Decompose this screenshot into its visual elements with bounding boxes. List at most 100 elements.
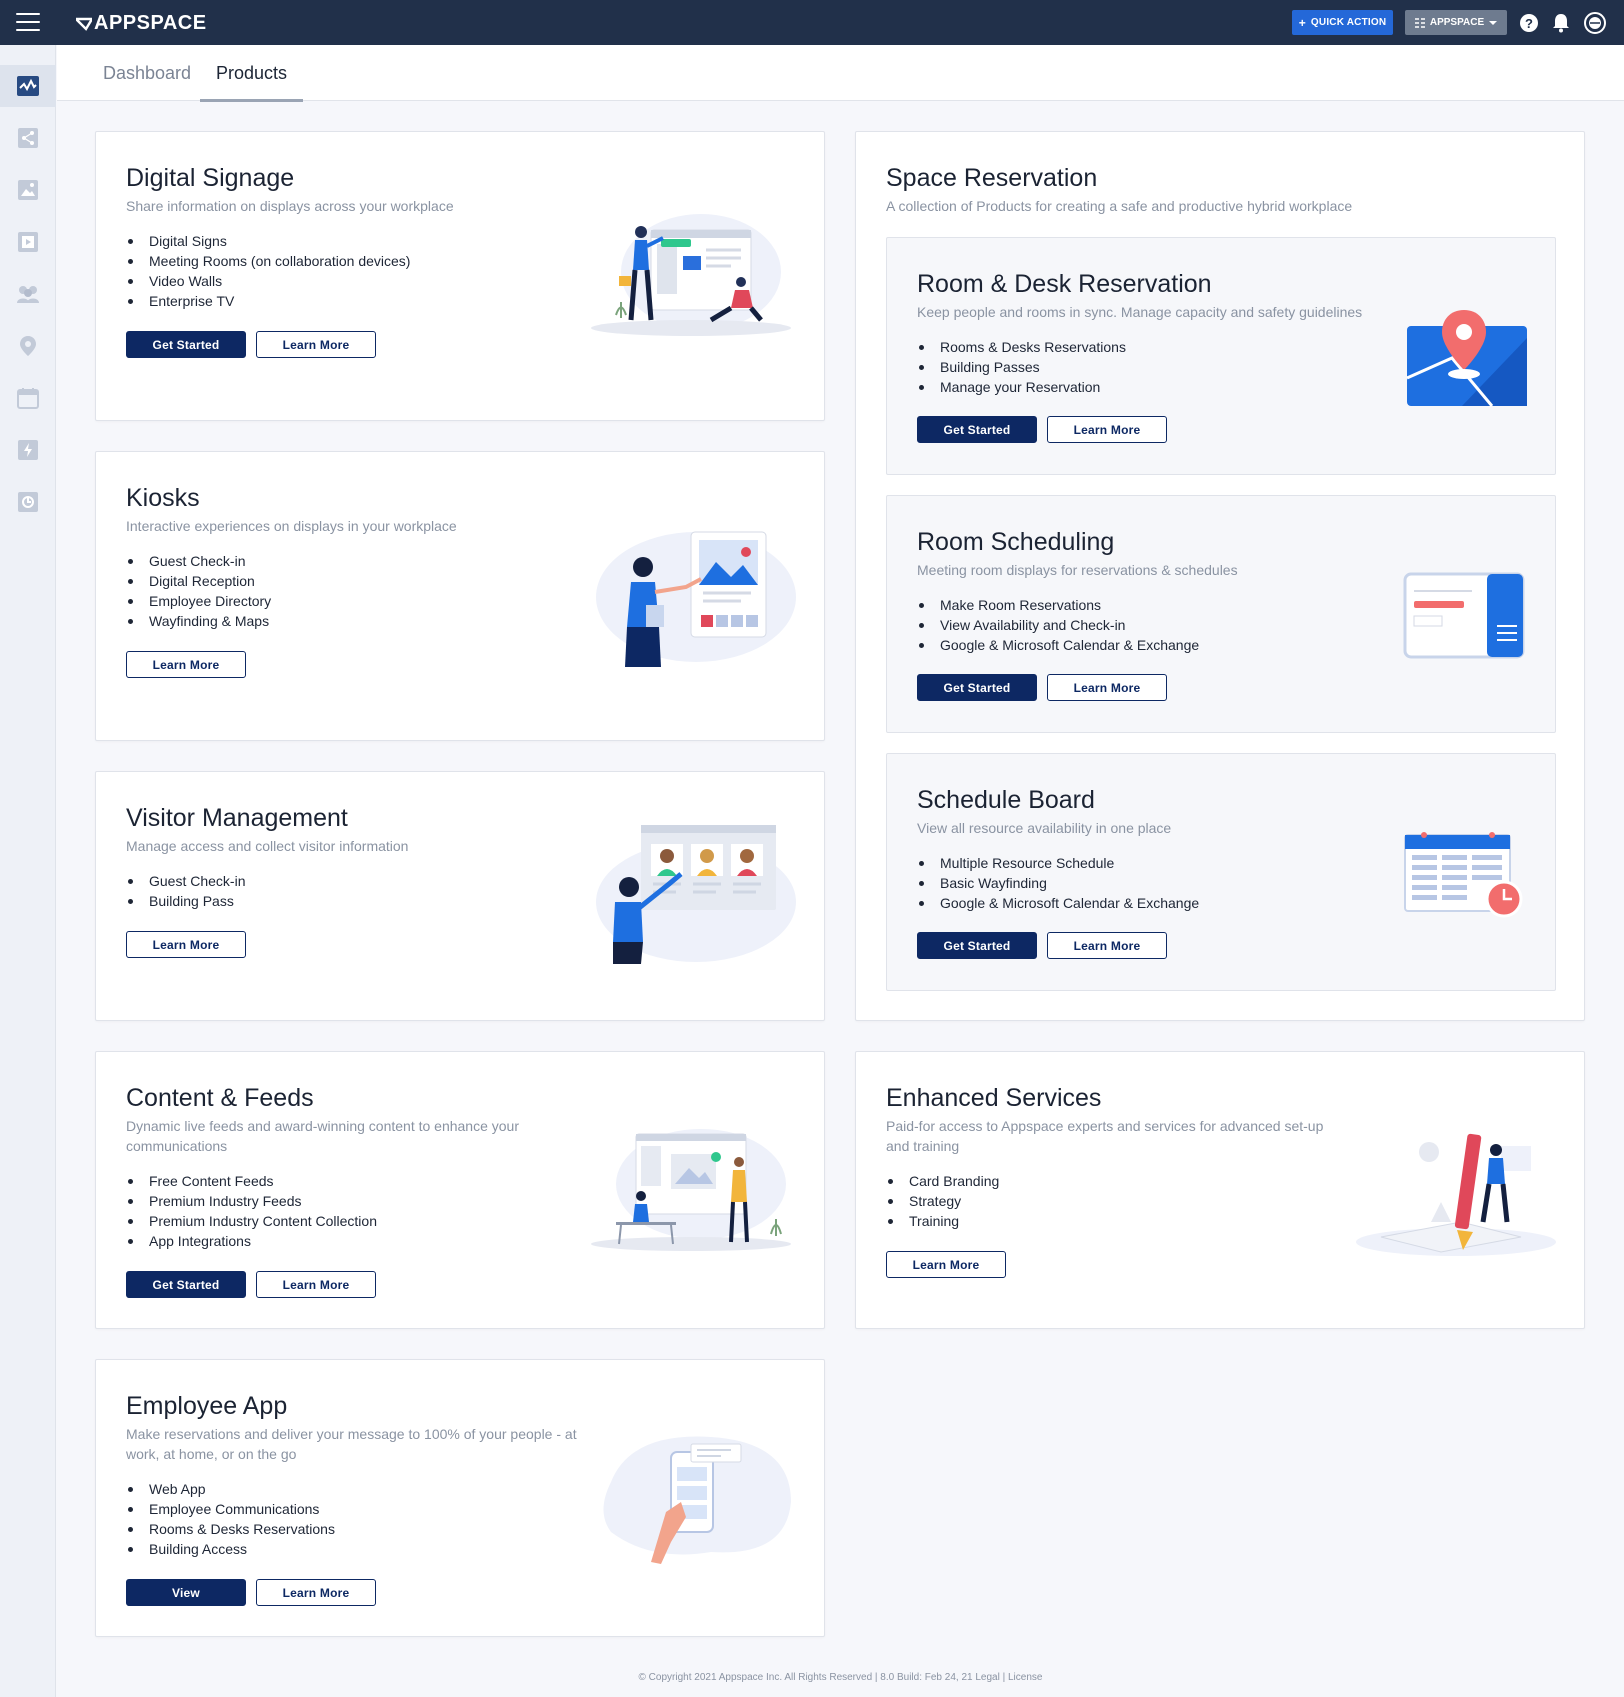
quick-action-button[interactable]: + QUICK ACTION	[1292, 10, 1393, 35]
product-card-kiosks: Kiosks Interactive experiences on displa…	[95, 451, 825, 741]
product-card-digital-signage: Digital Signage Share information on dis…	[95, 131, 825, 421]
bell-icon[interactable]	[1550, 12, 1572, 34]
list-item: Premium Industry Feeds	[126, 1191, 377, 1211]
content-feeds-illustration	[591, 1129, 791, 1251]
account-icon[interactable]	[1584, 12, 1606, 34]
sidebar-item-share[interactable]	[0, 117, 56, 159]
list-item: Building Passes	[917, 357, 1126, 377]
sidebar-item-calendar[interactable]	[0, 377, 56, 419]
list-item: Building Pass	[126, 891, 245, 911]
room-display-illustration	[1403, 572, 1525, 659]
card-description: View all resource availability in one pl…	[917, 820, 1172, 836]
get-started-button[interactable]: Get Started	[917, 416, 1037, 443]
feature-list: Make Room Reservations View Availability…	[917, 595, 1199, 655]
card-description-line: Paid-for access to Appspace experts and …	[886, 1118, 1324, 1134]
card-description: A collection of Products for creating a …	[886, 198, 1353, 214]
list-item: App Integrations	[126, 1231, 377, 1251]
chevron-down-icon	[1489, 20, 1498, 25]
product-card-enhanced-services: Enhanced Services Paid-for access to App…	[855, 1051, 1585, 1329]
hamburger-menu-icon[interactable]	[16, 13, 40, 31]
tab-products[interactable]: Products	[200, 45, 303, 102]
list-item: Training	[886, 1211, 999, 1231]
card-description: Manage access and collect visitor inform…	[126, 838, 409, 854]
footer: © Copyright 2021 Appspace Inc. All Right…	[638, 1672, 1043, 1683]
list-item: Enterprise TV	[126, 291, 410, 311]
get-started-button[interactable]: Get Started	[917, 932, 1037, 959]
get-started-button[interactable]: Get Started	[917, 674, 1037, 701]
feature-list: Multiple Resource Schedule Basic Wayfind…	[917, 853, 1199, 913]
sidebar-item-settings[interactable]	[0, 481, 56, 523]
card-description: Dynamic live feeds and award-winning con…	[126, 1116, 519, 1156]
account-switcher-button[interactable]: APPSPACE	[1405, 10, 1507, 35]
product-card-visitor-management: Visitor Management Manage access and col…	[95, 771, 825, 1021]
brand-name: APPSPACE	[94, 12, 207, 34]
quick-action-label: QUICK ACTION	[1310, 17, 1387, 28]
card-description-line: and training	[886, 1138, 960, 1154]
view-button[interactable]: View	[126, 1579, 246, 1606]
card-title: Digital Signage	[126, 164, 295, 192]
learn-more-button[interactable]: Learn More	[256, 1579, 376, 1606]
sidebar-item-media[interactable]	[0, 221, 56, 263]
card-description: Share information on displays across you…	[126, 198, 454, 214]
card-description: Meeting room displays for reservations &…	[917, 562, 1238, 578]
card-title: Room Scheduling	[917, 528, 1115, 556]
tab-bar: Dashboard Products	[57, 45, 1624, 102]
sidebar-item-images[interactable]	[0, 169, 56, 211]
list-item: View Availability and Check-in	[917, 615, 1199, 635]
calendar-board-illustration	[1404, 832, 1523, 918]
sidebar-item-flash[interactable]	[0, 429, 56, 471]
card-description: Interactive experiences on displays in y…	[126, 518, 457, 534]
learn-more-button[interactable]: Learn More	[256, 1271, 376, 1298]
sidebar-item-locations[interactable]	[0, 325, 56, 367]
learn-more-button[interactable]: Learn More	[126, 651, 246, 678]
list-item: Rooms & Desks Reservations	[126, 1519, 335, 1539]
card-description: Paid-for access to Appspace experts and …	[886, 1116, 1323, 1156]
list-item: Google & Microsoft Calendar & Exchange	[917, 635, 1199, 655]
list-item: Rooms & Desks Reservations	[917, 337, 1126, 357]
tab-dashboard[interactable]: Dashboard	[87, 45, 207, 101]
digital-signage-illustration	[591, 214, 791, 336]
top-bar: APPSPACE + QUICK ACTION APPSPACE ?	[0, 0, 1624, 45]
get-started-button[interactable]: Get Started	[126, 1271, 246, 1298]
location-icon	[20, 336, 36, 356]
learn-more-button[interactable]: Learn More	[1047, 416, 1167, 443]
app-logo[interactable]: APPSPACE	[76, 12, 207, 35]
list-item: Strategy	[886, 1191, 999, 1211]
learn-more-button[interactable]: Learn More	[1047, 932, 1167, 959]
list-item: Multiple Resource Schedule	[917, 853, 1199, 873]
users-icon	[17, 286, 39, 303]
list-item: Make Room Reservations	[917, 595, 1199, 615]
sidebar-item-users[interactable]	[0, 273, 56, 315]
card-title: Employee App	[126, 1392, 288, 1420]
flash-icon	[18, 440, 38, 460]
help-icon[interactable]: ?	[1518, 12, 1540, 34]
sidebar-item-dashboard[interactable]	[0, 65, 56, 107]
get-started-button[interactable]: Get Started	[126, 331, 246, 358]
visitor-management-illustration	[596, 825, 796, 964]
account-label: APPSPACE	[1429, 17, 1485, 28]
list-item: Premium Industry Content Collection	[126, 1211, 377, 1231]
feature-list: Free Content Feeds Premium Industry Feed…	[126, 1171, 377, 1251]
calendar-icon	[17, 388, 39, 409]
settings-icon	[18, 492, 38, 512]
learn-more-button[interactable]: Learn More	[256, 331, 376, 358]
feature-list: Guest Check-in Digital Reception Employe…	[126, 551, 271, 631]
subproduct-card-room-scheduling: Room Scheduling Meeting room displays fo…	[886, 495, 1556, 733]
media-icon	[18, 232, 38, 252]
list-item: Basic Wayfinding	[917, 873, 1199, 893]
product-card-space-reservation: Space Reservation A collection of Produc…	[855, 131, 1585, 1021]
list-item: Card Branding	[886, 1171, 999, 1191]
learn-more-button[interactable]: Learn More	[886, 1251, 1006, 1278]
learn-more-button[interactable]: Learn More	[1047, 674, 1167, 701]
card-title: Room & Desk Reservation	[917, 270, 1212, 298]
list-item: Video Walls	[126, 271, 410, 291]
list-item: Digital Reception	[126, 571, 271, 591]
share-icon	[18, 128, 38, 148]
list-item: Digital Signs	[126, 231, 410, 251]
list-item: Manage your Reservation	[917, 377, 1126, 397]
learn-more-button[interactable]: Learn More	[126, 931, 246, 958]
kiosks-illustration	[596, 531, 796, 667]
list-icon	[1414, 17, 1425, 28]
list-item: Free Content Feeds	[126, 1171, 377, 1191]
list-item: Guest Check-in	[126, 871, 245, 891]
